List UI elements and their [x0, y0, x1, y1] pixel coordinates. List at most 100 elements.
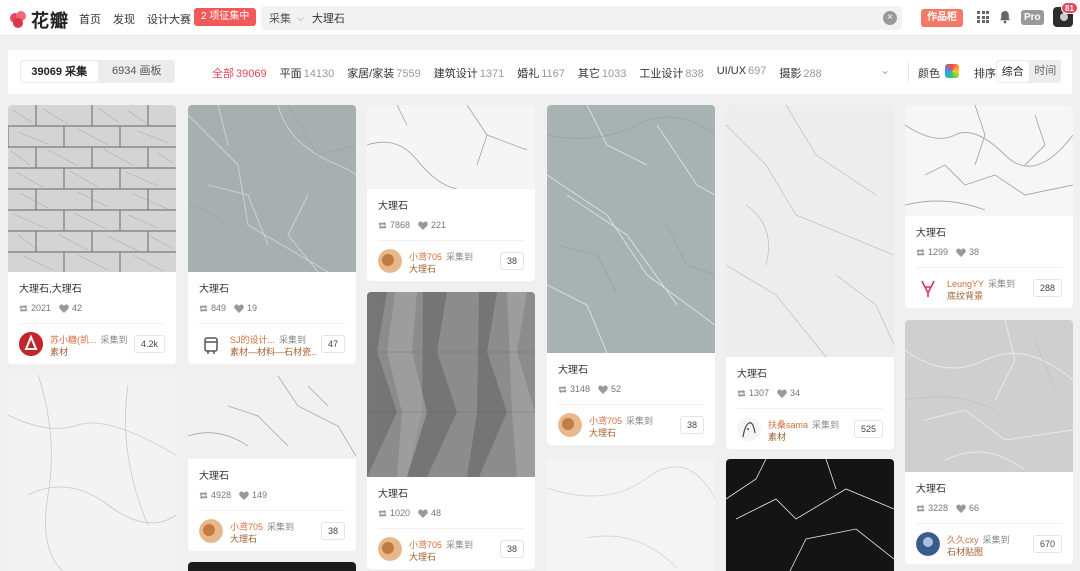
- user-avatar[interactable]: [378, 537, 402, 561]
- pin-card[interactable]: 大理石 4928 149 小鸢705 采集到 大理石 38: [188, 376, 356, 551]
- pin-card[interactable]: [188, 562, 356, 571]
- pin-image[interactable]: [188, 376, 356, 459]
- category-wedding[interactable]: 婚礼 1167: [517, 65, 565, 81]
- user-avatar[interactable]: [378, 249, 402, 273]
- user-name[interactable]: 小鸢705: [409, 252, 442, 262]
- category-architecture[interactable]: 建筑设计 1371: [434, 65, 504, 81]
- pin-card[interactable]: 大理石 1299 38 LeungYY 采集到 底纹背景 288: [905, 105, 1073, 308]
- bell-icon[interactable]: [999, 10, 1011, 24]
- user-avatar[interactable]: [916, 276, 940, 300]
- user-name[interactable]: SJ的设计...: [230, 335, 275, 345]
- pin-card[interactable]: [547, 458, 715, 571]
- heart-icon[interactable]: [418, 509, 428, 518]
- nav-home[interactable]: 首页: [79, 11, 101, 27]
- tab-boards[interactable]: 6934 画板: [99, 60, 176, 83]
- category-home-decor[interactable]: 家居/家装 7559: [347, 65, 421, 81]
- user-name[interactable]: 小鸢705: [409, 540, 442, 550]
- heart-icon[interactable]: [234, 304, 244, 313]
- user-avatar[interactable]: [916, 532, 940, 556]
- board-name[interactable]: 素材: [50, 345, 136, 358]
- board-pin-count[interactable]: 525: [853, 420, 883, 438]
- pin-image[interactable]: [188, 562, 356, 571]
- pin-image[interactable]: [367, 292, 535, 477]
- works-cabinet-button[interactable]: 作品柜: [921, 9, 963, 27]
- category-industrial-design[interactable]: 工业设计 838: [639, 65, 703, 81]
- heart-icon[interactable]: [598, 385, 608, 394]
- user-avatar[interactable]: [737, 417, 761, 441]
- pin-image[interactable]: [726, 105, 894, 357]
- board-name[interactable]: 石材贴图: [947, 545, 1033, 558]
- pin-card[interactable]: [726, 459, 894, 571]
- pin-card[interactable]: 大理石 1307 34 扶桑sama 采集到 素材 525: [726, 105, 894, 449]
- category-photography[interactable]: 摄影 288: [779, 65, 821, 81]
- board-name[interactable]: 素材—材料—石材瓷...: [230, 345, 316, 358]
- pin-card[interactable]: 大理石 7868 221 小鸢705 采集到 大理石 38: [367, 105, 535, 281]
- user-avatar[interactable]: [558, 413, 582, 437]
- user-avatar[interactable]: [199, 519, 223, 543]
- expand-categories-chevron-icon[interactable]: ⌄: [880, 63, 892, 77]
- board-pin-count[interactable]: 38: [499, 252, 524, 270]
- pin-image[interactable]: [8, 375, 176, 571]
- pin-image[interactable]: [8, 105, 176, 272]
- board-pin-count[interactable]: 4.2k: [133, 335, 165, 353]
- pin-image[interactable]: [188, 105, 356, 272]
- heart-icon[interactable]: [59, 304, 69, 313]
- user-name[interactable]: 小鸢705: [589, 416, 622, 426]
- heart-icon[interactable]: [956, 504, 966, 513]
- board-pin-count[interactable]: 38: [499, 540, 524, 558]
- pin-image[interactable]: [547, 105, 715, 353]
- pin-card[interactable]: [8, 375, 176, 571]
- pin-card[interactable]: 大理石 1020 48 小鸢705 采集到 大理石 38: [367, 292, 535, 569]
- pin-image[interactable]: [726, 459, 894, 571]
- board-pin-count[interactable]: 38: [320, 522, 345, 540]
- pin-image[interactable]: [905, 105, 1073, 216]
- board-name[interactable]: 素材: [768, 430, 854, 443]
- nav-design-contest[interactable]: 设计大赛: [147, 11, 191, 27]
- user-name[interactable]: 久久cxy: [947, 535, 979, 545]
- board-name[interactable]: 大理石: [589, 426, 675, 439]
- nav-discover[interactable]: 发现: [113, 11, 135, 27]
- heart-icon[interactable]: [956, 248, 966, 257]
- user-name[interactable]: 小鸢705: [230, 522, 263, 532]
- board-pin-count[interactable]: 288: [1032, 279, 1062, 297]
- pin-card[interactable]: 大理石 849 19 SJ的设计... 采集到 素材—材料—石材瓷... 47: [188, 105, 356, 364]
- pro-badge[interactable]: Pro: [1021, 10, 1044, 25]
- tab-pins[interactable]: 39069 采集: [21, 61, 98, 82]
- user-avatar[interactable]: [19, 332, 43, 356]
- category-graphic[interactable]: 平面 14130: [280, 65, 335, 81]
- board-name[interactable]: 大理石: [409, 550, 495, 563]
- user-name[interactable]: 苏小糖(凯...: [50, 335, 97, 345]
- heart-icon[interactable]: [777, 389, 787, 398]
- board-name[interactable]: 大理石: [409, 262, 495, 275]
- user-avatar[interactable]: [199, 332, 223, 356]
- pin-image[interactable]: [905, 320, 1073, 472]
- category-all[interactable]: 全部 39069: [212, 65, 267, 81]
- search-input[interactable]: 大理石: [312, 10, 345, 26]
- user-name[interactable]: 扶桑sama: [768, 420, 808, 430]
- sort-time[interactable]: 时间: [1030, 60, 1062, 83]
- search-scope-select[interactable]: 采集: [269, 10, 291, 26]
- board-pin-count[interactable]: 670: [1032, 535, 1062, 553]
- board-pin-count[interactable]: 38: [679, 416, 704, 434]
- pin-image[interactable]: [547, 458, 715, 571]
- contest-badge[interactable]: 2 项征集中: [194, 8, 257, 26]
- pin-card[interactable]: 大理石 3148 52 小鸢705 采集到 大理石 38: [547, 105, 715, 445]
- pin-card[interactable]: 大理石,大理石 2021 42 苏小糖(凯... 采集到 素材 4.2k: [8, 105, 176, 364]
- pin-image[interactable]: [367, 105, 535, 189]
- category-ui-ux[interactable]: UI/UX 697: [717, 65, 767, 81]
- clear-search-icon[interactable]: ×: [883, 11, 897, 25]
- board-name[interactable]: 底纹背景: [947, 289, 1033, 302]
- heart-icon[interactable]: [239, 491, 249, 500]
- color-picker-icon[interactable]: [945, 64, 959, 78]
- pin-card[interactable]: 大理石 3228 66 久久cxy 采集到 石材贴图 670: [905, 320, 1073, 564]
- board-name[interactable]: 大理石: [230, 532, 316, 545]
- sort-comprehensive[interactable]: 综合: [997, 61, 1029, 82]
- search-bar[interactable]: 采集 ⌵ 大理石 ×: [261, 6, 902, 30]
- heart-icon[interactable]: [418, 221, 428, 230]
- chevron-down-icon: ⌵: [297, 12, 304, 23]
- logo[interactable]: 花瓣: [10, 7, 69, 33]
- category-other[interactable]: 其它 1033: [578, 65, 626, 81]
- user-name[interactable]: LeungYY: [947, 279, 984, 289]
- board-pin-count[interactable]: 47: [320, 335, 345, 353]
- apps-grid-icon[interactable]: [977, 11, 989, 23]
